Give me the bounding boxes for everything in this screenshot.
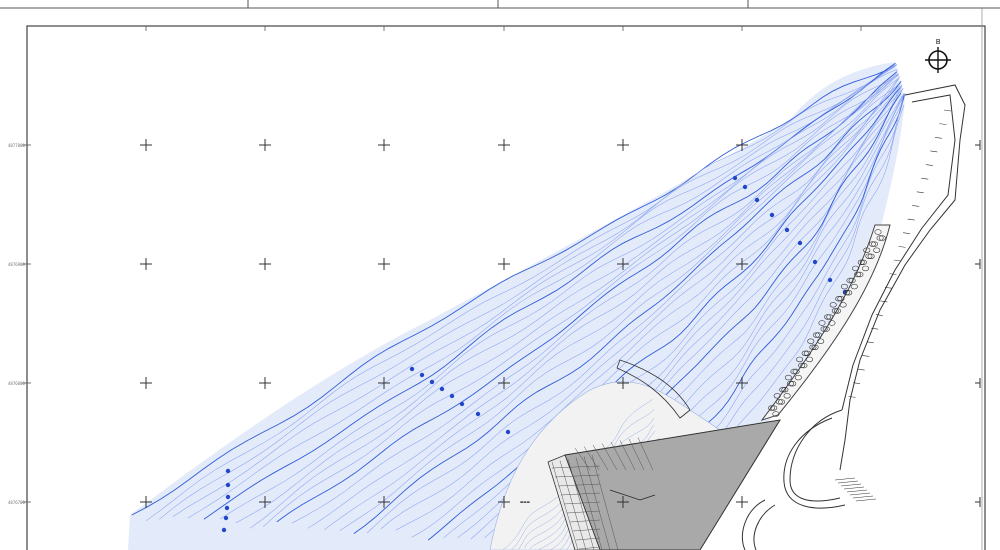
- left-tick-label: 4876800: [8, 381, 25, 386]
- road-mark: [843, 486, 865, 490]
- left-coordinate-labels: 4877000 4876900 4876800 4876700: [8, 143, 25, 505]
- road-mark: [893, 259, 902, 262]
- road-mark: [837, 480, 859, 484]
- sampling-point: [475, 411, 481, 417]
- grid-crosshair: [975, 140, 981, 150]
- road-mark: [848, 396, 856, 398]
- road-mark: [866, 341, 874, 344]
- road-mark: [834, 477, 856, 481]
- road-mark: [898, 246, 906, 248]
- sampling-point: [221, 527, 227, 533]
- sampling-point: [827, 277, 833, 283]
- site-plan-map: 4877000 4876900 4876800 4876700 ▬▬▬ B: [0, 0, 1000, 550]
- road-mark: [840, 483, 862, 487]
- road-mark: [880, 300, 888, 303]
- road-mark: [934, 136, 942, 139]
- grid-crosshair: [140, 377, 152, 389]
- sampling-point: [409, 366, 415, 372]
- road-mark: [846, 489, 868, 493]
- road-mark: [849, 492, 871, 496]
- road-mark: [921, 177, 929, 180]
- grid-crosshair: [975, 497, 981, 507]
- road-mark: [857, 368, 865, 371]
- north-arrow-icon: B: [925, 39, 951, 73]
- left-tick-label: 4876700: [8, 500, 25, 505]
- sampling-point: [459, 401, 465, 407]
- sampling-point: [225, 468, 231, 474]
- road-mark: [925, 164, 933, 166]
- sampling-point: [769, 212, 775, 218]
- road-mark: [930, 150, 938, 153]
- sampling-point: [742, 184, 748, 190]
- grid-crosshair: [378, 258, 390, 270]
- grid-crosshair: [498, 258, 510, 270]
- bathymetric-contours: [128, 62, 906, 550]
- sampling-point: [223, 515, 229, 521]
- left-tick-label: 4877000: [8, 143, 25, 148]
- grid-crosshair: [140, 139, 152, 151]
- grid-crosshair: [259, 377, 271, 389]
- road-mark: [852, 495, 874, 499]
- sampling-point: [797, 240, 803, 246]
- left-tick-label: 4876900: [8, 262, 25, 267]
- pier-annotation: ▬▬▬: [520, 500, 530, 504]
- road-mark: [903, 232, 911, 235]
- grid-crosshair: [378, 139, 390, 151]
- sampling-point: [812, 259, 818, 265]
- north-arrow-letter: B: [936, 39, 941, 46]
- road-mark: [912, 205, 920, 207]
- sampling-point: [224, 505, 230, 511]
- sampling-point: [429, 379, 435, 385]
- road-mark: [862, 355, 870, 357]
- grid-crosshair: [140, 258, 152, 270]
- road-mark: [855, 498, 877, 502]
- grid-crosshair: [259, 258, 271, 270]
- sampling-point: [225, 482, 231, 488]
- sampling-point: [419, 372, 425, 378]
- sampling-point: [754, 197, 760, 203]
- grid-crosshair: [259, 139, 271, 151]
- sampling-point: [784, 227, 790, 233]
- road-mark: [943, 109, 952, 112]
- grid-crosshair: [736, 496, 748, 508]
- sampling-point: [449, 393, 455, 399]
- road-mark: [916, 191, 924, 194]
- grid-crosshair: [975, 378, 981, 388]
- grid-crosshair: [975, 259, 981, 269]
- grid-crosshair: [617, 139, 629, 151]
- road-mark: [939, 123, 947, 125]
- road-mark: [907, 218, 915, 221]
- sampling-point: [439, 386, 445, 392]
- sampling-point: [225, 494, 231, 500]
- grid-crosshair: [498, 139, 510, 151]
- sampling-point: [505, 429, 511, 435]
- road-mark: [875, 314, 883, 316]
- sampling-point: [732, 175, 738, 181]
